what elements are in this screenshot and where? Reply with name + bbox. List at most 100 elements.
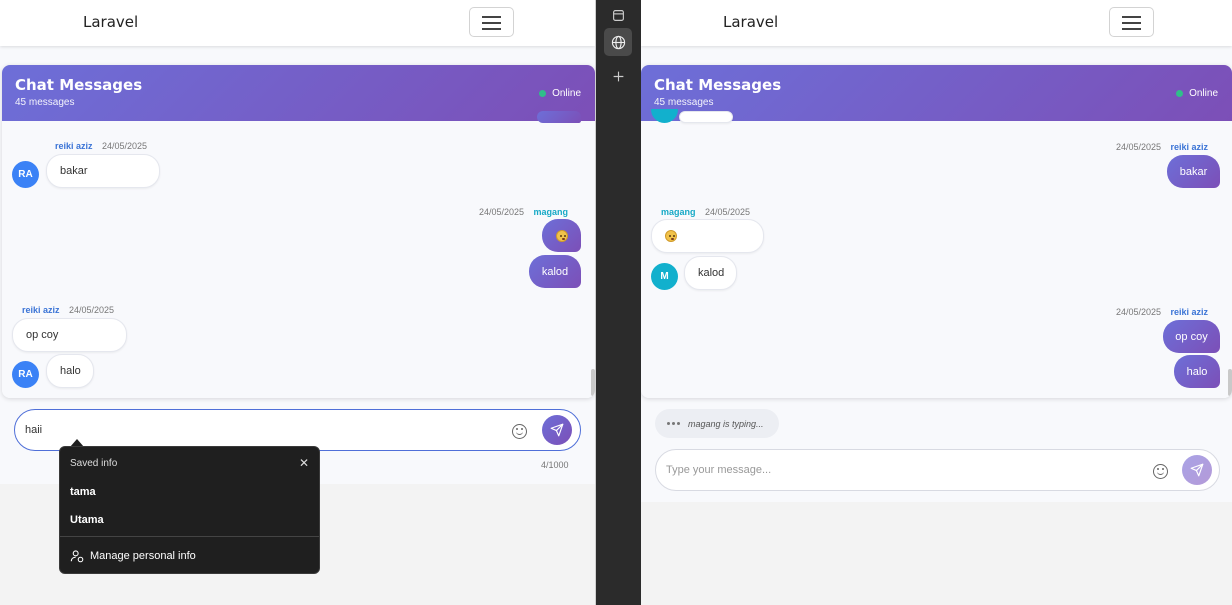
menu-icon bbox=[482, 16, 501, 18]
online-dot-icon bbox=[1176, 90, 1184, 97]
sender-name: reiki aziz bbox=[55, 141, 93, 151]
chat-title: Chat Messages bbox=[654, 76, 782, 94]
avatar: RA bbox=[12, 161, 39, 188]
online-dot-icon bbox=[539, 90, 547, 97]
close-icon[interactable]: ✕ bbox=[299, 456, 309, 470]
autofill-popup: Saved info ✕ tama Utama Manage personal … bbox=[59, 446, 320, 574]
menu-toggle-button[interactable] bbox=[1109, 7, 1154, 37]
sender-name: reiki aziz bbox=[1170, 307, 1209, 317]
message-bubble: halo bbox=[1174, 355, 1220, 388]
message-bubble: op coy bbox=[1163, 320, 1220, 353]
sender-name: reiki aziz bbox=[1170, 142, 1209, 152]
message-composer bbox=[14, 409, 581, 451]
browser-side-toolbar bbox=[597, 0, 641, 605]
menu-toggle-button[interactable] bbox=[469, 7, 514, 37]
chat-header: Chat Messages 45 messages Online bbox=[2, 65, 595, 121]
status-indicator: Online bbox=[539, 88, 581, 99]
message-meta: 24/05/2025 reiki aziz bbox=[1116, 137, 1208, 155]
message-scrollbar[interactable] bbox=[591, 369, 595, 396]
avatar: M bbox=[651, 263, 678, 290]
message-bubble: op coy bbox=[12, 318, 127, 352]
face-emoji-icon bbox=[665, 230, 677, 242]
autofill-title: Saved info bbox=[70, 458, 118, 469]
message-date: 24/05/2025 bbox=[1116, 307, 1162, 317]
brand-link[interactable]: Laravel bbox=[83, 13, 138, 31]
send-button[interactable] bbox=[542, 415, 572, 445]
globe-tab-button[interactable] bbox=[604, 28, 632, 56]
chat-card: Chat Messages 45 messages Online 24/05/2… bbox=[641, 65, 1232, 398]
right-browser-pane: Laravel Chat Messages 45 messages Online… bbox=[641, 0, 1232, 605]
message-text: op coy bbox=[26, 329, 59, 341]
message-bubble-partial bbox=[537, 111, 581, 123]
message-meta: magang 24/05/2025 bbox=[661, 202, 750, 220]
tab-sidebar-icon bbox=[612, 9, 624, 21]
message-meta: reiki aziz 24/05/2025 bbox=[55, 136, 147, 154]
new-tab-button[interactable] bbox=[604, 62, 632, 90]
sender-name: magang bbox=[661, 207, 696, 217]
char-counter: 4/1000 bbox=[541, 460, 569, 470]
message-text: op coy bbox=[1175, 330, 1208, 343]
typing-text: magang is typing... bbox=[688, 418, 764, 429]
message-date: 24/05/2025 bbox=[1116, 142, 1162, 152]
brand-link[interactable]: Laravel bbox=[723, 13, 778, 31]
message-text: halo bbox=[60, 365, 81, 377]
emoji-icon[interactable] bbox=[512, 424, 527, 439]
message-list[interactable]: reiki aziz 24/05/2025 RA bakar 24/05/202… bbox=[2, 111, 595, 398]
menu-icon bbox=[1122, 16, 1141, 18]
navbar: Laravel bbox=[641, 0, 1232, 46]
message-list[interactable]: 24/05/2025 reiki aziz bakar magang 24/05… bbox=[641, 109, 1232, 398]
send-button[interactable] bbox=[1182, 455, 1212, 485]
manage-personal-info-link[interactable]: Manage personal info bbox=[70, 549, 196, 563]
message-date: 24/05/2025 bbox=[68, 305, 115, 315]
plus-icon bbox=[613, 71, 623, 81]
manage-person-icon bbox=[70, 550, 84, 563]
chat-card: Chat Messages 45 messages Online reiki a… bbox=[2, 65, 595, 398]
status-label: Online bbox=[552, 88, 581, 99]
emoji-message-bubble bbox=[542, 219, 581, 252]
message-date: 24/05/2025 bbox=[704, 207, 751, 217]
avatar-partial bbox=[651, 109, 678, 123]
autofill-item[interactable]: tama bbox=[70, 486, 96, 498]
message-bubble-partial bbox=[679, 111, 733, 123]
message-scrollbar[interactable] bbox=[1228, 369, 1232, 396]
face-emoji-icon bbox=[555, 229, 568, 242]
chat-title: Chat Messages bbox=[15, 76, 143, 94]
typing-indicator: magang is typing... bbox=[655, 409, 779, 438]
message-meta: 24/05/2025 magang bbox=[479, 202, 568, 220]
navbar: Laravel bbox=[0, 0, 595, 46]
message-meta: 24/05/2025 reiki aziz bbox=[1116, 302, 1208, 320]
emoji-icon[interactable] bbox=[1153, 464, 1168, 479]
globe-icon bbox=[611, 35, 625, 49]
manage-label: Manage personal info bbox=[90, 550, 196, 562]
message-bubble: kalod bbox=[684, 256, 737, 290]
autofill-item[interactable]: Utama bbox=[70, 514, 104, 526]
message-date: 24/05/2025 bbox=[479, 207, 525, 217]
tab-sidebar-button[interactable] bbox=[604, 1, 632, 29]
message-bubble: bakar bbox=[46, 154, 160, 188]
message-date: 24/05/2025 bbox=[101, 141, 148, 151]
emoji-message-bubble bbox=[651, 219, 764, 253]
avatar: RA bbox=[12, 361, 39, 388]
message-count: 45 messages bbox=[15, 97, 75, 108]
message-text: kalod bbox=[541, 265, 569, 278]
sender-name: reiki aziz bbox=[22, 305, 60, 315]
message-text: halo bbox=[1186, 365, 1208, 378]
message-meta: reiki aziz 24/05/2025 bbox=[22, 300, 114, 318]
message-bubble: bakar bbox=[1167, 155, 1220, 188]
message-input[interactable] bbox=[666, 450, 1136, 490]
message-text: bakar bbox=[60, 165, 88, 177]
sender-name: magang bbox=[533, 207, 569, 217]
message-text: kalod bbox=[698, 267, 725, 279]
send-icon bbox=[550, 423, 564, 437]
message-input[interactable] bbox=[25, 410, 495, 450]
message-bubble: halo bbox=[46, 354, 94, 388]
typing-dots-icon bbox=[667, 422, 680, 425]
status-label: Online bbox=[1189, 88, 1218, 99]
page-blank-area bbox=[641, 502, 1232, 605]
message-composer bbox=[655, 449, 1220, 491]
send-icon bbox=[1190, 463, 1204, 477]
message-text: bakar bbox=[1179, 165, 1208, 178]
popup-divider bbox=[60, 536, 319, 537]
message-count: 45 messages bbox=[654, 97, 714, 108]
status-indicator: Online bbox=[1176, 88, 1218, 99]
